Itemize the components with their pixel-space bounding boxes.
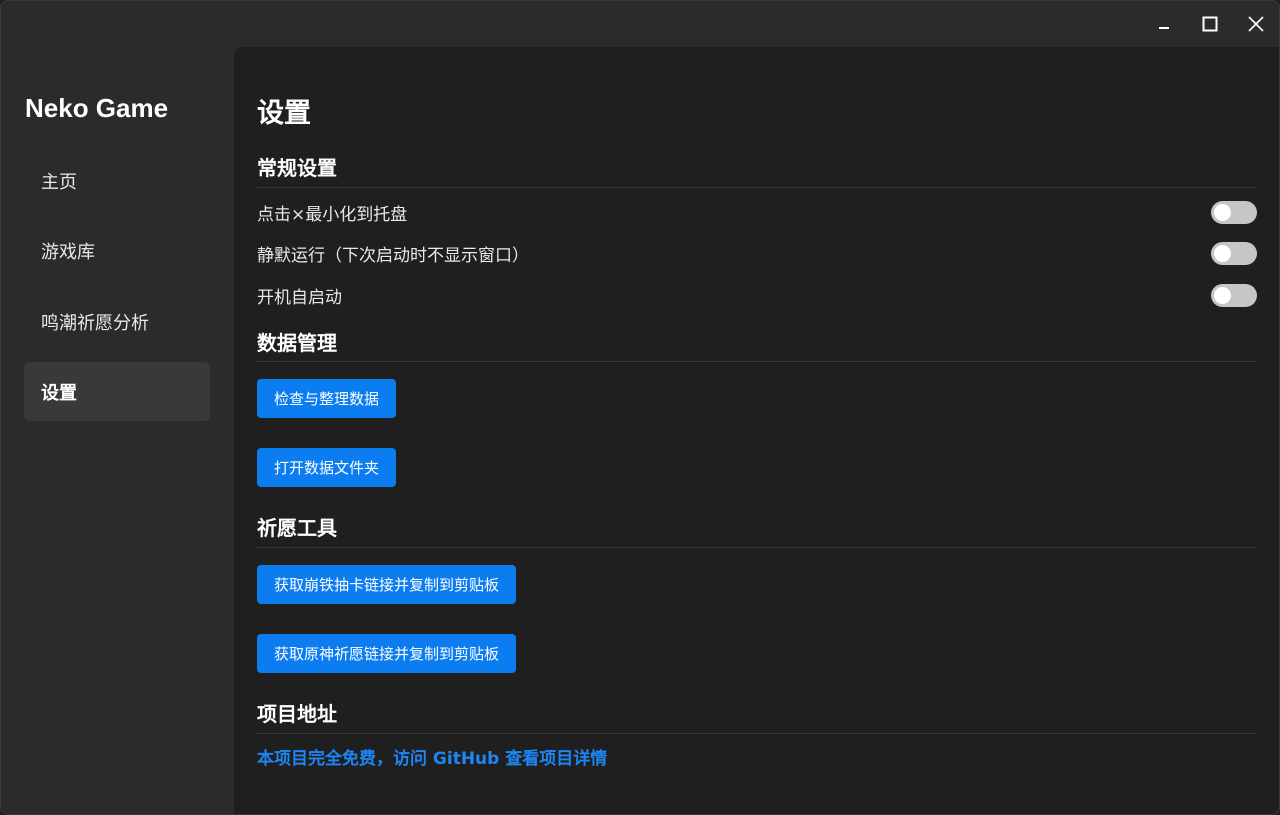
get-genshin-wish-link-button[interactable]: 获取原神祈愿链接并复制到剪贴板 [257, 634, 517, 673]
sidebar-item-label: 设置 [41, 382, 77, 404]
maximize-button[interactable] [1187, 1, 1233, 47]
setting-row-minimize-to-tray: 点击×最小化到托盘 [257, 197, 1257, 227]
sidebar-item-settings[interactable]: 设置 [24, 362, 210, 421]
toggle-knob [1214, 203, 1231, 221]
divider [257, 733, 1257, 734]
app-window: Neko Game 主页 游戏库 鸣潮祈愿分析 设置 设置 常规设置 点击×最小… [0, 0, 1280, 815]
app-title: Neko Game [25, 93, 169, 123]
sidebar-item-label: 主页 [41, 171, 77, 193]
page-title: 设置 [257, 98, 311, 129]
divider [257, 547, 1257, 548]
sidebar-item-label: 游戏库 [41, 241, 95, 263]
section-title-project: 项目地址 [257, 702, 337, 726]
sidebar-item-wuwa-wish-analysis[interactable]: 鸣潮祈愿分析 [24, 292, 210, 351]
minimize-button[interactable] [1141, 1, 1187, 47]
sidebar-item-game-library[interactable]: 游戏库 [24, 221, 210, 280]
sidebar-item-home[interactable]: 主页 [24, 151, 210, 210]
github-project-link[interactable]: 本项目完全免费，访问 GitHub 查看项目详情 [257, 747, 607, 771]
window-controls [1141, 1, 1279, 47]
sidebar-item-label: 鸣潮祈愿分析 [41, 312, 149, 334]
minimize-icon [1158, 18, 1170, 30]
setting-label: 点击×最小化到托盘 [257, 204, 408, 225]
setting-label: 开机自启动 [257, 287, 342, 308]
toggle-knob [1214, 244, 1231, 262]
autostart-toggle[interactable] [1211, 283, 1257, 307]
divider [257, 361, 1257, 362]
maximize-icon [1202, 16, 1218, 32]
toggle-knob [1214, 286, 1231, 304]
close-icon [1248, 16, 1264, 32]
section-title-data-management: 数据管理 [257, 331, 337, 355]
minimize-to-tray-toggle[interactable] [1211, 200, 1257, 224]
settings-panel: 设置 常规设置 点击×最小化到托盘 静默运行（下次启动时不显示窗口） 开机自启动… [234, 47, 1279, 814]
section-title-general: 常规设置 [257, 156, 337, 180]
divider [257, 187, 1257, 188]
get-hsr-warp-link-button[interactable]: 获取崩铁抽卡链接并复制到剪贴板 [257, 565, 517, 604]
silent-run-toggle[interactable] [1211, 241, 1257, 265]
close-button[interactable] [1233, 1, 1279, 47]
setting-row-autostart: 开机自启动 [257, 280, 1257, 310]
open-data-folder-button[interactable]: 打开数据文件夹 [257, 448, 397, 487]
check-organize-data-button[interactable]: 检查与整理数据 [257, 379, 397, 418]
section-title-wish-tools: 祈愿工具 [257, 516, 337, 540]
sidebar: Neko Game 主页 游戏库 鸣潮祈愿分析 设置 [1, 47, 233, 814]
setting-label: 静默运行（下次启动时不显示窗口） [257, 245, 529, 266]
setting-row-silent-run: 静默运行（下次启动时不显示窗口） [257, 238, 1257, 268]
